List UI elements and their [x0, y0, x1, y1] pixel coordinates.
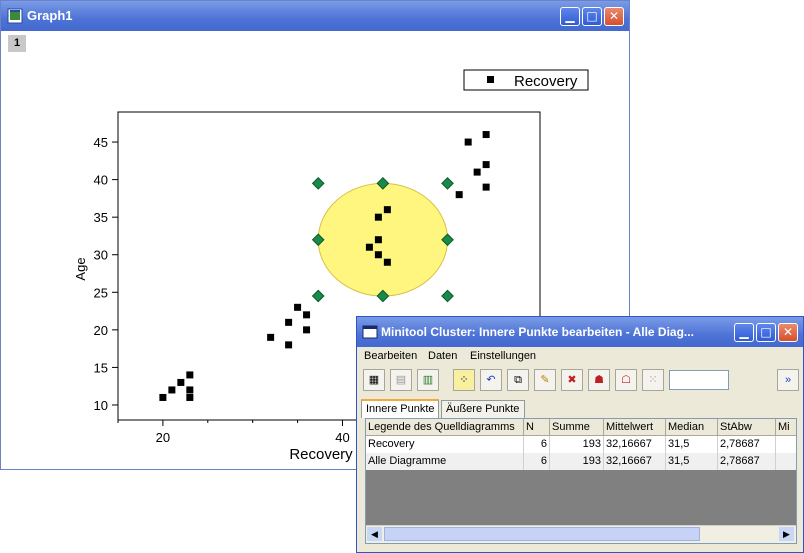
y-tick-label: 15	[94, 360, 108, 375]
tab-aeussere-punkte[interactable]: Äußere Punkte	[441, 400, 525, 418]
toolbar-input[interactable]	[669, 370, 729, 390]
data-point	[374, 213, 382, 221]
data-point	[374, 251, 382, 259]
y-tick-label: 10	[94, 398, 108, 413]
minitool-window-icon	[362, 325, 378, 339]
legend-label: Recovery	[514, 73, 578, 90]
horizontal-scrollbar[interactable]: ◀ ▶	[366, 525, 796, 543]
data-point	[455, 191, 463, 199]
y-axis-label: Age	[73, 257, 88, 280]
table-cell[interactable]: 2,78687	[718, 453, 776, 470]
column-header[interactable]: N	[524, 419, 550, 436]
data-point	[267, 333, 275, 341]
table-cell[interactable]: 32,16667	[604, 453, 666, 470]
data-point	[186, 393, 194, 401]
minitool-window-title: Minitool Cluster: Innere Punkte bearbeit…	[381, 325, 694, 339]
scroll-right-icon[interactable]: ▶	[779, 527, 794, 541]
minitool-titlebar[interactable]: Minitool Cluster: Innere Punkte bearbeit…	[357, 317, 803, 347]
tab-innere-punkte[interactable]: Innere Punkte	[361, 399, 439, 418]
data-point	[303, 326, 311, 334]
pencil-icon[interactable]: ✎	[534, 369, 556, 391]
data-point	[464, 138, 472, 146]
column-header[interactable]: Mi	[776, 419, 796, 436]
menu-bearbeiten[interactable]: Bearbeiten	[364, 350, 417, 362]
table-icon[interactable]: ▥	[417, 369, 439, 391]
collapse-chevron-icon[interactable]: »	[777, 369, 799, 391]
minitool-minimize-button[interactable]: ▁	[734, 323, 754, 342]
mask-icon[interactable]: ⁘	[453, 369, 475, 391]
table-cell[interactable]: 6	[524, 453, 550, 470]
menu-daten[interactable]: Daten	[428, 350, 457, 362]
menubar: Bearbeiten Daten Einstellungen	[357, 347, 803, 365]
x-tick-label: 40	[335, 430, 349, 445]
menu-einstellungen[interactable]: Einstellungen	[470, 350, 536, 362]
data-point	[186, 386, 194, 394]
selection-ellipse[interactable]	[317, 182, 449, 297]
data-point	[482, 131, 490, 139]
legend[interactable]: Recovery	[463, 69, 589, 91]
table-cell[interactable]	[776, 436, 796, 453]
delete-points-icon[interactable]: ✖	[561, 369, 583, 391]
table-cell[interactable]: Recovery	[366, 436, 524, 453]
column-header[interactable]: Mittelwert	[604, 419, 666, 436]
column-header[interactable]: Summe	[550, 419, 604, 436]
table-cell[interactable]: 2,78687	[718, 436, 776, 453]
x-tick-label: 20	[156, 430, 170, 445]
data-point	[473, 168, 481, 176]
x-axis-label: Recovery	[289, 446, 353, 463]
data-point	[285, 318, 293, 326]
data-point	[303, 311, 311, 319]
y-tick-label: 20	[94, 323, 108, 338]
y-tick-label: 45	[94, 135, 108, 150]
copy-icon[interactable]: ⧉	[507, 369, 529, 391]
data-point	[168, 386, 176, 394]
data-point	[186, 371, 194, 379]
toolbar: ▦ ▤ ▥ ⁘ ↶ ⧉ ✎ ✖ ☗ ☖ ⁙ »	[357, 367, 803, 395]
table-cell[interactable]: 193	[550, 436, 604, 453]
stats-table[interactable]: Legende des Quelldiagramms N Summe Mitte…	[365, 418, 797, 544]
data-point	[365, 243, 373, 251]
data-point	[383, 206, 391, 214]
table-cell[interactable]: Alle Diagramme	[366, 453, 524, 470]
undo-icon[interactable]: ↶	[480, 369, 502, 391]
scroll-left-icon[interactable]: ◀	[367, 527, 382, 541]
table-cell[interactable]: 31,5	[666, 436, 718, 453]
scroll-thumb[interactable]	[384, 527, 700, 541]
add-column-icon[interactable]: ▤	[390, 369, 412, 391]
minitool-maximize-button[interactable]: □	[756, 323, 776, 342]
data-point	[482, 183, 490, 191]
table-cell[interactable]: 32,16667	[604, 436, 666, 453]
y-tick-label: 30	[94, 248, 108, 263]
worksheet-icon[interactable]: ▦	[363, 369, 385, 391]
y-tick-label: 35	[94, 210, 108, 225]
column-header[interactable]: Legende des Quelldiagramms	[366, 419, 524, 436]
minitool-close-button[interactable]: ✕	[778, 323, 798, 342]
extract-all-icon[interactable]: ☖	[615, 369, 637, 391]
table-cell[interactable]: 193	[550, 453, 604, 470]
y-tick-label: 40	[94, 173, 108, 188]
column-header[interactable]: StAbw	[718, 419, 776, 436]
data-point	[159, 393, 167, 401]
y-tick-label: 25	[94, 285, 108, 300]
legend-marker	[487, 76, 494, 83]
column-header[interactable]: Median	[666, 419, 718, 436]
extract-icon[interactable]: ☗	[588, 369, 610, 391]
scatter-points-icon[interactable]: ⁙	[642, 369, 664, 391]
tab-strip: Innere Punkte Äußere Punkte	[361, 399, 803, 418]
data-point	[374, 236, 382, 244]
data-point	[383, 258, 391, 266]
table-cell[interactable]	[776, 453, 796, 470]
data-point	[294, 303, 302, 311]
minitool-window: Minitool Cluster: Innere Punkte bearbeit…	[356, 316, 804, 553]
data-point	[482, 161, 490, 169]
table-cell[interactable]: 6	[524, 436, 550, 453]
data-point	[177, 378, 185, 386]
data-point	[285, 341, 293, 349]
table-cell[interactable]: 31,5	[666, 453, 718, 470]
